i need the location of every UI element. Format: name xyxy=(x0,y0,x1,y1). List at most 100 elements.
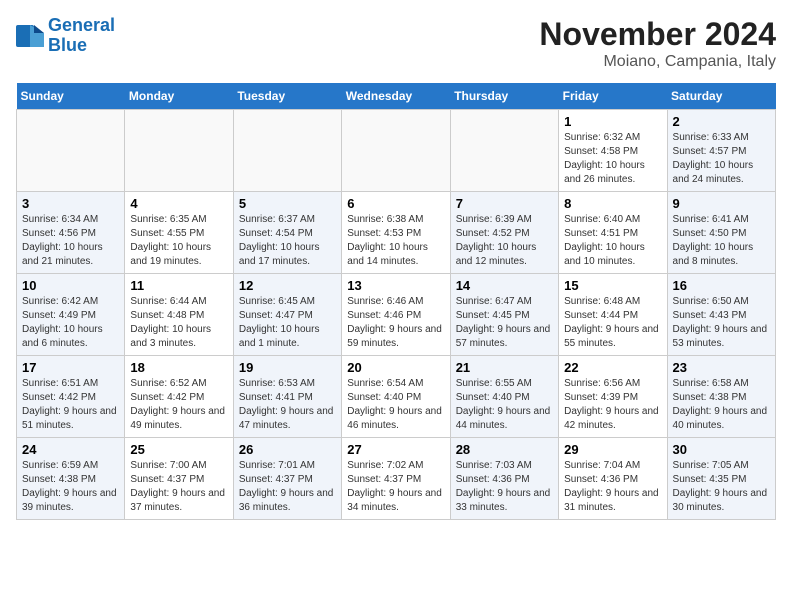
calendar-day-cell: 25 Sunrise: 7:00 AM Sunset: 4:37 PM Dayli… xyxy=(125,438,233,520)
day-info: Sunrise: 6:37 AM Sunset: 4:54 PM Dayligh… xyxy=(239,213,336,269)
day-info: Sunrise: 6:56 AM Sunset: 4:39 PM Dayligh… xyxy=(564,377,661,433)
calendar-week-row: 24 Sunrise: 6:59 AM Sunset: 4:38 PM Dayli… xyxy=(17,438,776,520)
weekday-header: Monday xyxy=(125,83,233,110)
day-number: 12 xyxy=(239,278,336,293)
calendar-day-cell: 5 Sunrise: 6:37 AM Sunset: 4:54 PM Daylig… xyxy=(233,192,341,274)
day-info: Sunrise: 6:58 AM Sunset: 4:38 PM Dayligh… xyxy=(673,377,770,433)
day-number: 6 xyxy=(347,196,444,211)
day-info: Sunrise: 6:33 AM Sunset: 4:57 PM Dayligh… xyxy=(673,131,770,187)
day-info: Sunrise: 7:03 AM Sunset: 4:36 PM Dayligh… xyxy=(456,459,553,515)
day-info: Sunrise: 6:44 AM Sunset: 4:48 PM Dayligh… xyxy=(130,295,227,351)
day-info: Sunrise: 6:55 AM Sunset: 4:40 PM Dayligh… xyxy=(456,377,553,433)
day-number: 15 xyxy=(564,278,661,293)
day-info: Sunrise: 7:05 AM Sunset: 4:35 PM Dayligh… xyxy=(673,459,770,515)
day-info: Sunrise: 6:41 AM Sunset: 4:50 PM Dayligh… xyxy=(673,213,770,269)
calendar-day-cell xyxy=(233,110,341,192)
day-info: Sunrise: 6:39 AM Sunset: 4:52 PM Dayligh… xyxy=(456,213,553,269)
calendar-day-cell: 19Sunrise: 6:53 AM Sunset: 4:41 PM Dayli… xyxy=(233,356,341,438)
day-info: Sunrise: 6:52 AM Sunset: 4:42 PM Dayligh… xyxy=(130,377,227,433)
day-number: 4 xyxy=(130,196,227,211)
page-header: General Blue November 2024 Moiano, Campa… xyxy=(16,16,776,71)
calendar-day-cell: 13 Sunrise: 6:46 AM Sunset: 4:46 PM Dayli… xyxy=(342,274,450,356)
calendar-day-cell: 23 Sunrise: 6:58 AM Sunset: 4:38 PM Dayli… xyxy=(667,356,775,438)
calendar-day-cell: 7Sunrise: 6:39 AM Sunset: 4:52 PM Daylig… xyxy=(450,192,558,274)
day-number: 5 xyxy=(239,196,336,211)
day-number: 9 xyxy=(673,196,770,211)
day-number: 24 xyxy=(22,442,119,457)
calendar-day-cell: 3Sunrise: 6:34 AM Sunset: 4:56 PM Daylig… xyxy=(17,192,125,274)
calendar-week-row: 17 Sunrise: 6:51 AM Sunset: 4:42 PM Dayli… xyxy=(17,356,776,438)
day-number: 3 xyxy=(22,196,119,211)
day-number: 8 xyxy=(564,196,661,211)
day-info: Sunrise: 6:48 AM Sunset: 4:44 PM Dayligh… xyxy=(564,295,661,351)
calendar-day-cell: 6 Sunrise: 6:38 AM Sunset: 4:53 PM Daylig… xyxy=(342,192,450,274)
day-info: Sunrise: 7:04 AM Sunset: 4:36 PM Dayligh… xyxy=(564,459,661,515)
day-info: Sunrise: 6:59 AM Sunset: 4:38 PM Dayligh… xyxy=(22,459,119,515)
calendar-day-cell: 22 Sunrise: 6:56 AM Sunset: 4:39 PM Dayli… xyxy=(559,356,667,438)
day-number: 29 xyxy=(564,442,661,457)
logo: General Blue xyxy=(16,16,115,56)
calendar-day-cell: 1 Sunrise: 6:32 AM Sunset: 4:58 PM Daylig… xyxy=(559,110,667,192)
month-title: November 2024 xyxy=(539,16,776,53)
day-info: Sunrise: 6:51 AM Sunset: 4:42 PM Dayligh… xyxy=(22,377,119,433)
day-info: Sunrise: 6:32 AM Sunset: 4:58 PM Dayligh… xyxy=(564,131,661,187)
day-info: Sunrise: 6:53 AM Sunset: 4:41 PM Dayligh… xyxy=(239,377,336,433)
weekday-header: Saturday xyxy=(667,83,775,110)
calendar-day-cell: 4 Sunrise: 6:35 AM Sunset: 4:55 PM Daylig… xyxy=(125,192,233,274)
calendar-day-cell: 20Sunrise: 6:54 AM Sunset: 4:40 PM Dayli… xyxy=(342,356,450,438)
day-info: Sunrise: 6:45 AM Sunset: 4:47 PM Dayligh… xyxy=(239,295,336,351)
day-info: Sunrise: 7:02 AM Sunset: 4:37 PM Dayligh… xyxy=(347,459,444,515)
day-number: 22 xyxy=(564,360,661,375)
day-number: 25 xyxy=(130,442,227,457)
day-number: 10 xyxy=(22,278,119,293)
calendar-day-cell: 15 Sunrise: 6:48 AM Sunset: 4:44 PM Dayli… xyxy=(559,274,667,356)
calendar-day-cell: 30Sunrise: 7:05 AM Sunset: 4:35 PM Dayli… xyxy=(667,438,775,520)
weekday-header: Tuesday xyxy=(233,83,341,110)
calendar-day-cell: 21 Sunrise: 6:55 AM Sunset: 4:40 PM Dayli… xyxy=(450,356,558,438)
day-number: 1 xyxy=(564,114,661,129)
day-number: 11 xyxy=(130,278,227,293)
title-section: November 2024 Moiano, Campania, Italy xyxy=(539,16,776,71)
day-number: 2 xyxy=(673,114,770,129)
day-number: 16 xyxy=(673,278,770,293)
location-title: Moiano, Campania, Italy xyxy=(539,53,776,71)
calendar-day-cell: 2 Sunrise: 6:33 AM Sunset: 4:57 PM Daylig… xyxy=(667,110,775,192)
day-number: 26 xyxy=(239,442,336,457)
calendar-week-row: 1 Sunrise: 6:32 AM Sunset: 4:58 PM Daylig… xyxy=(17,110,776,192)
calendar-day-cell: 16 Sunrise: 6:50 AM Sunset: 4:43 PM Dayli… xyxy=(667,274,775,356)
day-info: Sunrise: 6:47 AM Sunset: 4:45 PM Dayligh… xyxy=(456,295,553,351)
calendar-day-cell xyxy=(450,110,558,192)
day-info: Sunrise: 6:40 AM Sunset: 4:51 PM Dayligh… xyxy=(564,213,661,269)
calendar-day-cell: 29 Sunrise: 7:04 AM Sunset: 4:36 PM Dayli… xyxy=(559,438,667,520)
day-number: 13 xyxy=(347,278,444,293)
day-number: 20 xyxy=(347,360,444,375)
calendar-day-cell: 9 Sunrise: 6:41 AM Sunset: 4:50 PM Daylig… xyxy=(667,192,775,274)
day-info: Sunrise: 6:38 AM Sunset: 4:53 PM Dayligh… xyxy=(347,213,444,269)
day-number: 17 xyxy=(22,360,119,375)
day-info: Sunrise: 7:00 AM Sunset: 4:37 PM Dayligh… xyxy=(130,459,227,515)
day-info: Sunrise: 6:42 AM Sunset: 4:49 PM Dayligh… xyxy=(22,295,119,351)
day-number: 21 xyxy=(456,360,553,375)
day-number: 23 xyxy=(673,360,770,375)
day-info: Sunrise: 6:50 AM Sunset: 4:43 PM Dayligh… xyxy=(673,295,770,351)
logo-line2: Blue xyxy=(48,35,87,55)
weekday-header: Wednesday xyxy=(342,83,450,110)
calendar-table: SundayMondayTuesdayWednesdayThursdayFrid… xyxy=(16,83,776,520)
logo-icon xyxy=(16,25,44,47)
weekday-header: Sunday xyxy=(17,83,125,110)
calendar-week-row: 10 Sunrise: 6:42 AM Sunset: 4:49 PM Dayli… xyxy=(17,274,776,356)
day-info: Sunrise: 6:35 AM Sunset: 4:55 PM Dayligh… xyxy=(130,213,227,269)
calendar-day-cell: 12 Sunrise: 6:45 AM Sunset: 4:47 PM Dayli… xyxy=(233,274,341,356)
calendar-day-cell: 10 Sunrise: 6:42 AM Sunset: 4:49 PM Dayli… xyxy=(17,274,125,356)
weekday-row: SundayMondayTuesdayWednesdayThursdayFrid… xyxy=(17,83,776,110)
day-number: 14 xyxy=(456,278,553,293)
weekday-header: Thursday xyxy=(450,83,558,110)
calendar-day-cell: 28Sunrise: 7:03 AM Sunset: 4:36 PM Dayli… xyxy=(450,438,558,520)
calendar-day-cell: 26Sunrise: 7:01 AM Sunset: 4:37 PM Dayli… xyxy=(233,438,341,520)
day-info: Sunrise: 6:46 AM Sunset: 4:46 PM Dayligh… xyxy=(347,295,444,351)
calendar-day-cell xyxy=(125,110,233,192)
day-number: 27 xyxy=(347,442,444,457)
calendar-day-cell: 14 Sunrise: 6:47 AM Sunset: 4:45 PM Dayli… xyxy=(450,274,558,356)
calendar-day-cell: 27 Sunrise: 7:02 AM Sunset: 4:37 PM Dayli… xyxy=(342,438,450,520)
calendar-body: 1 Sunrise: 6:32 AM Sunset: 4:58 PM Daylig… xyxy=(17,110,776,520)
